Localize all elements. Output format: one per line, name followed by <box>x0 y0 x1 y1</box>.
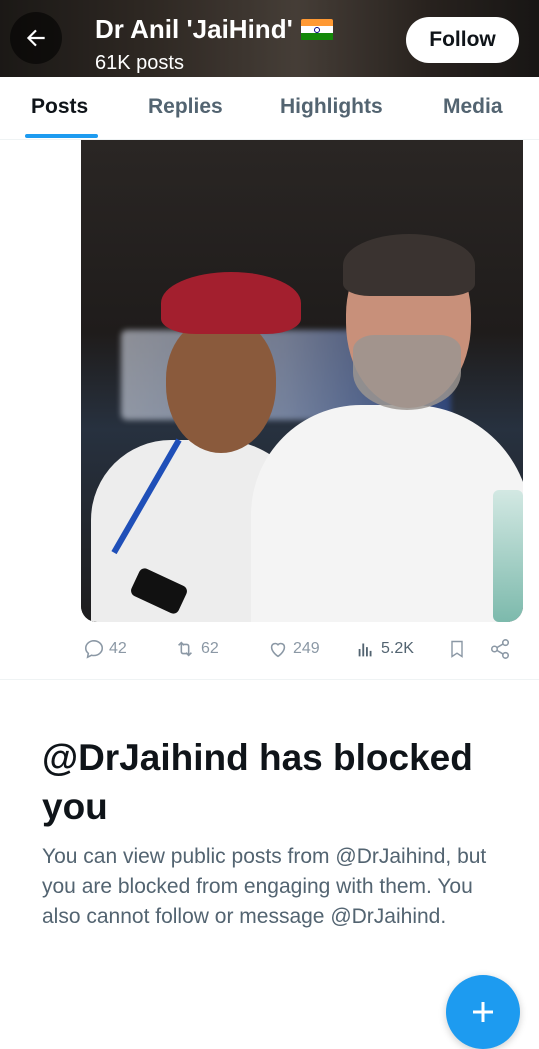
analytics-icon <box>358 643 372 657</box>
share-button[interactable] <box>489 634 511 664</box>
tab-media[interactable]: Media <box>443 95 503 119</box>
blocked-title: @DrJaihind has blocked you <box>42 737 473 827</box>
compose-button[interactable] <box>446 975 520 1049</box>
plus-icon <box>473 1002 493 1022</box>
reply-button[interactable]: 42 <box>83 634 127 664</box>
reply-icon <box>84 639 104 659</box>
repost-count: 62 <box>201 640 219 657</box>
like-count: 249 <box>293 640 320 657</box>
view-count: 5.2K <box>381 640 414 657</box>
heart-icon <box>270 642 286 658</box>
repost-button[interactable]: 62 <box>173 634 219 664</box>
repost-icon <box>178 641 192 657</box>
back-button[interactable] <box>10 12 62 64</box>
divider <box>0 679 539 680</box>
views-button[interactable]: 5.2K <box>355 634 414 664</box>
india-flag-icon <box>300 18 333 41</box>
like-button[interactable]: 249 <box>267 634 320 664</box>
tab-highlights[interactable]: Highlights <box>280 95 383 119</box>
post-photo[interactable] <box>81 140 523 622</box>
profile-header: Dr Anil 'JaiHind' 61K posts Follow <box>0 0 539 77</box>
profile-tabs: Posts Replies Highlights Media <box>0 77 539 140</box>
tab-posts[interactable]: Posts <box>31 95 88 119</box>
post-actions: 42 62 249 5.2K <box>81 634 521 664</box>
share-icon <box>490 639 510 659</box>
arrow-left-icon <box>26 29 45 47</box>
reply-count: 42 <box>109 640 127 657</box>
profile-name: Dr Anil 'JaiHind' <box>95 14 333 45</box>
bookmark-icon <box>451 640 463 658</box>
active-tab-indicator <box>25 134 98 138</box>
tab-replies[interactable]: Replies <box>148 95 223 119</box>
follow-button[interactable]: Follow <box>406 17 519 63</box>
post-count: 61K posts <box>95 52 184 74</box>
bookmark-button[interactable] <box>447 634 467 664</box>
profile-name-text: Dr Anil 'JaiHind' <box>95 14 293 44</box>
blocked-description: You can view public posts from @DrJaihin… <box>42 845 487 928</box>
